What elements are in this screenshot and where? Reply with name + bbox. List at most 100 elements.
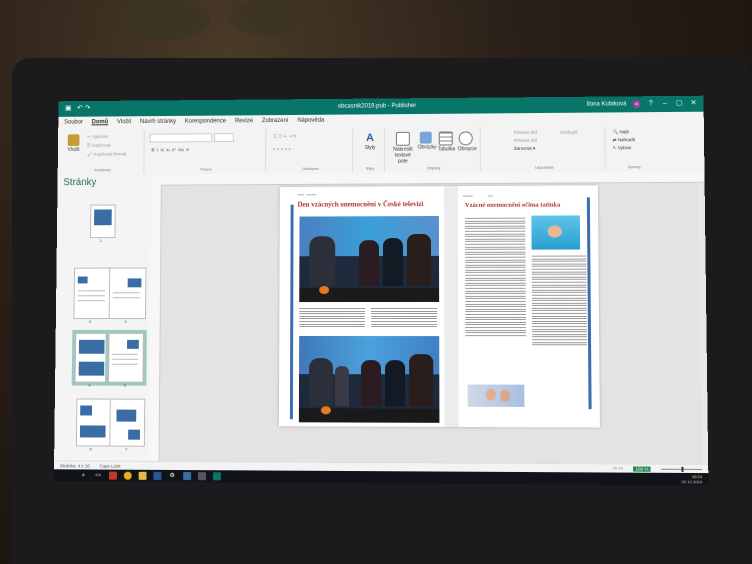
avatar[interactable]: IK (632, 100, 641, 109)
styles-icon: A (366, 132, 374, 144)
left-page-accent-bar (289, 204, 294, 420)
font-format-buttons[interactable]: B I U x₂ x² Aa A (151, 147, 189, 152)
clipboard-group-label: Schránka (94, 167, 111, 173)
right-article-text-col2[interactable] (531, 255, 588, 348)
pages-panel: Stránky 1 2 3 4 5 6 7 (54, 174, 153, 462)
page-thumbnail-4[interactable] (71, 329, 114, 386)
background-plant (230, 0, 300, 35)
format-painter-button[interactable]: 🖌 Kopírovat formát (87, 152, 126, 158)
maximize-icon[interactable]: ▢ (675, 100, 683, 108)
font-group-label: Písmo (200, 166, 212, 172)
table-icon (438, 131, 453, 146)
app-icon-red[interactable] (108, 471, 117, 480)
zoom-slider[interactable] (660, 466, 703, 472)
search-icon[interactable]: ⌕ (79, 471, 87, 479)
paragraph-group: ☰ ☰ ⇤ ⇥ ¶ ≡ ≡ ≡ ≡ ≡ Odstavec (269, 128, 354, 173)
settings-icon[interactable]: ⚙ (168, 472, 176, 480)
app-icon-blue[interactable] (183, 472, 192, 481)
find-button[interactable]: 🔍 Najít (613, 129, 629, 135)
cut-button[interactable]: ✂ Vyjmout (87, 134, 108, 140)
system-clock[interactable]: 19:23 02.12.2019 (681, 474, 703, 485)
picture-icon (419, 131, 432, 144)
chrome-icon[interactable] (123, 471, 132, 480)
page-thumbnail-7[interactable] (109, 398, 146, 447)
page-number-6: 6 (89, 446, 92, 452)
tab-zobrazeni[interactable]: Zobrazení (262, 118, 289, 124)
save-app-icon[interactable] (198, 472, 207, 481)
page-thumbnail-3[interactable] (108, 267, 147, 320)
word-icon[interactable] (153, 471, 162, 480)
left-article-text[interactable] (299, 308, 366, 329)
shapes-button[interactable]: Obrazce (458, 131, 477, 152)
view-buttons[interactable]: ▭ ▭ (613, 465, 623, 471)
tab-vlozit[interactable]: Vložit (117, 119, 131, 125)
styles-button[interactable]: A Styly (362, 132, 378, 151)
replace-button[interactable]: ⇄ Nahradit (613, 137, 635, 143)
paragraph-group-label: Odstavec (302, 166, 319, 172)
tv-studio-photo-bottom[interactable] (298, 336, 440, 423)
document-canvas: ▪▪▪▪▪▪ ▪▪▪▪▪▪▪▪▪ Den vzácných onemocnění… (159, 182, 702, 465)
user-name[interactable]: Ilona Kubiková (587, 101, 627, 107)
group-objects-button[interactable]: Seskupit (560, 130, 577, 135)
right-headline[interactable]: Vzácné onemocnění očima tatínka (465, 202, 560, 209)
left-page-header: ▪▪▪▪▪▪ ▪▪▪▪▪▪▪▪▪ (297, 192, 316, 197)
textbox-icon (395, 131, 410, 146)
tab-napoveda[interactable]: Nápověda (297, 118, 324, 124)
page-indicator[interactable]: Stránka: 4 z 16 (60, 463, 90, 468)
arrange-group: Přenést blíž Přenést dál Zarovnat ▾ Sesk… (483, 126, 606, 171)
page-thumbnail-6[interactable] (75, 398, 112, 447)
clock-date: 02.12.2019 (681, 479, 703, 485)
pictures-button[interactable]: Obrázky (418, 131, 436, 151)
right-article-text[interactable] (465, 217, 527, 338)
file-explorer-icon[interactable] (138, 471, 147, 480)
align-button[interactable]: Zarovnat ▾ (514, 146, 535, 152)
draw-textbox-button[interactable]: Nakreslit textové pole (390, 131, 416, 165)
page-thumbnail-1[interactable] (89, 204, 116, 239)
left-headline[interactable]: Den vzácných onemocnění v České televizi (298, 200, 424, 209)
zoom-level[interactable]: 100 % (633, 466, 651, 472)
font-size-select[interactable] (214, 133, 234, 143)
page-number-3: 3 (124, 319, 127, 324)
list-buttons[interactable]: ☰ ☰ ⇤ ⇥ ¶ (273, 134, 296, 140)
swimming-child-photo[interactable] (531, 215, 581, 250)
family-photo-small[interactable] (467, 384, 525, 407)
tab-navrh-stranky[interactable]: Návrh stránky (140, 119, 176, 125)
page-number-4: 4 (88, 382, 91, 388)
styles-group-label: Styly (365, 165, 375, 171)
send-backward-button[interactable]: Přenést dál (514, 138, 537, 143)
page-gutter (443, 186, 459, 427)
publisher-taskbar-icon[interactable] (212, 472, 221, 481)
paste-button[interactable]: Vložit (66, 134, 82, 153)
tab-domu[interactable]: Domů (92, 119, 109, 125)
copy-button[interactable]: ⎘ Kopírovat (87, 143, 111, 148)
tab-korespondence[interactable]: Korespondence (185, 118, 226, 124)
tab-revize[interactable]: Revize (235, 118, 253, 124)
align-buttons[interactable]: ≡ ≡ ≡ ≡ ≡ (273, 146, 291, 151)
page-spread: ▪▪▪▪▪▪ ▪▪▪▪▪▪▪▪▪ Den vzácných onemocnění… (278, 185, 600, 428)
minimize-icon[interactable]: – (661, 100, 669, 108)
paste-icon (67, 134, 80, 147)
arrange-group-label: Uspořádat (534, 164, 554, 170)
shapes-icon (458, 131, 473, 146)
page-thumbnail-2[interactable] (73, 267, 112, 320)
page-number-7: 7 (125, 446, 128, 452)
right-page-accent-bar (586, 197, 592, 410)
help-icon[interactable]: ? (647, 100, 655, 108)
page-thumbnail-5[interactable] (105, 329, 147, 386)
task-view-icon[interactable]: ▭ (94, 472, 102, 480)
font-name-select[interactable] (149, 133, 213, 143)
ribbon: Vložit ✂ Vyjmout ⎘ Kopírovat 🖌 Kopírovat… (57, 123, 705, 177)
editing-group-label: Úpravy (627, 164, 641, 170)
select-button[interactable]: ↖ Vybrat (613, 145, 631, 151)
table-button[interactable]: Tabulka (438, 131, 455, 152)
objects-group: Nakreslit textové pole Obrázky Tabulka O… (387, 127, 481, 172)
styles-group: A Styly Styly (356, 128, 385, 172)
workspace: Stránky 1 2 3 4 5 6 7 ▪▪▪▪▪▪ ▪▪▪▪▪▪▪▪▪ D… (54, 171, 709, 465)
caps-lock-indicator: Caps Lock (99, 463, 121, 469)
tab-soubor[interactable]: Soubor (64, 120, 83, 126)
bring-forward-button[interactable]: Přenést blíž (514, 130, 538, 135)
tv-studio-photo-top[interactable] (299, 216, 440, 303)
left-article-text-col2[interactable] (370, 307, 438, 329)
close-icon[interactable]: ✕ (689, 100, 697, 108)
pages-panel-title: Stránky (63, 177, 97, 189)
